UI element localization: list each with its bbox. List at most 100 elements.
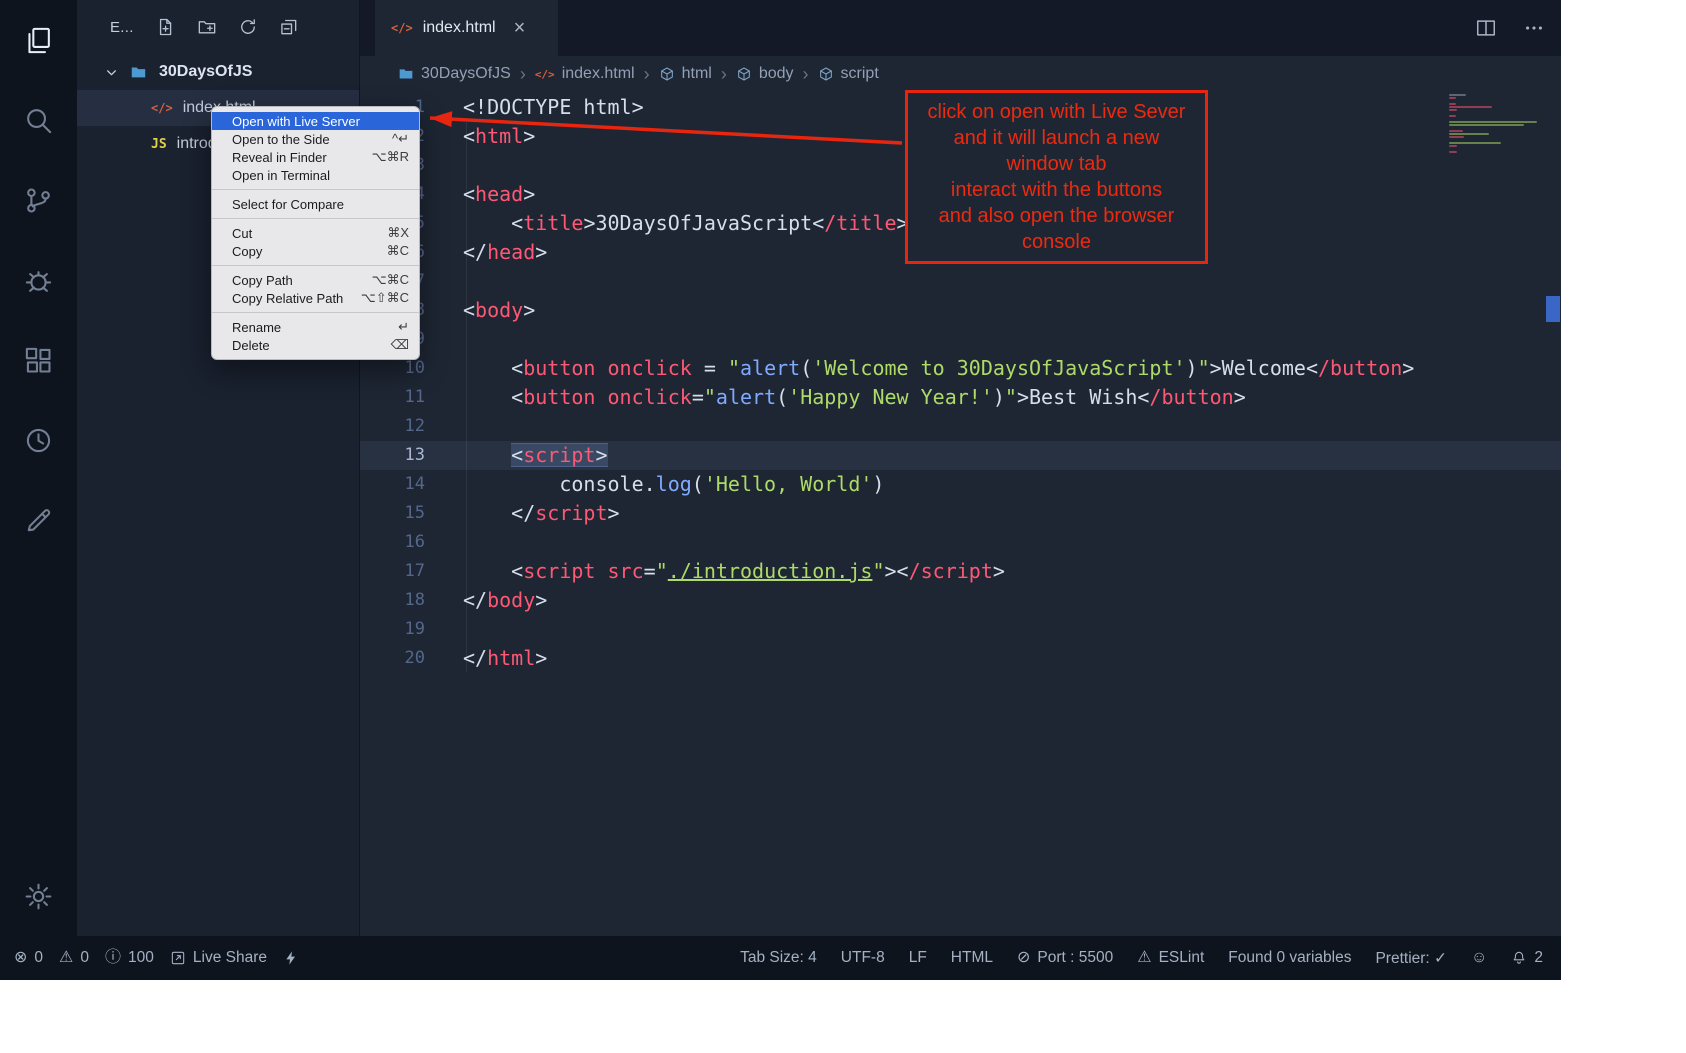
activity-search[interactable] — [14, 94, 64, 146]
code-line[interactable]: 14 console.log('Hello, World') — [360, 470, 1561, 499]
new-file-icon[interactable] — [156, 17, 176, 37]
status-smiley-icon[interactable]: ☺ — [1471, 950, 1487, 966]
line-number[interactable]: 20 — [360, 644, 425, 673]
status-live-share[interactable]: Live Share — [170, 949, 267, 967]
line-number[interactable]: 17 — [360, 557, 425, 586]
activity-extensions[interactable] — [14, 334, 64, 386]
breadcrumb-body[interactable]: body — [736, 65, 794, 83]
status-0[interactable]: ⊗0 — [14, 949, 43, 967]
status-label: HTML — [951, 949, 993, 967]
code-line[interactable]: 18</body> — [360, 586, 1561, 615]
code-line[interactable]: 15 </script> — [360, 499, 1561, 528]
code-line[interactable]: 10 <button onclick = "alert('Welcome to … — [360, 354, 1561, 383]
line-number[interactable]: 13 — [360, 441, 425, 470]
breadcrumb-script[interactable]: script — [818, 65, 879, 83]
menu-item-delete[interactable]: Delete⌫ — [212, 336, 419, 354]
menu-item-copy[interactable]: Copy⌘C — [212, 242, 419, 260]
menu-item-copy-relative-path[interactable]: Copy Relative Path⌥⇧⌘C — [212, 289, 419, 307]
close-icon[interactable]: × — [514, 18, 526, 38]
breadcrumb-30daysofjs[interactable]: 30DaysOfJS — [398, 65, 511, 83]
activity-source-control[interactable] — [14, 174, 64, 226]
menu-item-shortcut: ^↵ — [392, 131, 409, 147]
split-editor-icon[interactable] — [1475, 17, 1497, 39]
status-2[interactable]: 2 — [1511, 949, 1543, 967]
code-line[interactable]: 20</html> — [360, 644, 1561, 673]
breadcrumb-html[interactable]: html — [659, 65, 712, 83]
annotation-line: and it will launch a new — [928, 125, 1186, 151]
menu-item-cut[interactable]: Cut⌘X — [212, 224, 419, 242]
code-line[interactable]: 7 — [360, 267, 1561, 296]
status-found-0-variables[interactable]: Found 0 variables — [1228, 949, 1351, 967]
code-line[interactable]: 19 — [360, 615, 1561, 644]
line-number[interactable]: 19 — [360, 615, 425, 644]
code-line[interactable]: 12 — [360, 412, 1561, 441]
status-label: Found 0 variables — [1228, 949, 1351, 967]
status-0[interactable]: ⚠0 — [59, 949, 89, 967]
history-icon — [23, 425, 54, 456]
status-utf-8[interactable]: UTF-8 — [841, 949, 885, 967]
status-prettier[interactable]: Prettier: ✓ — [1375, 949, 1447, 968]
collapse-all-icon[interactable] — [279, 17, 299, 37]
menu-item-shortcut: ⌘C — [387, 243, 409, 259]
menu-group: Rename↵Delete⌫ — [212, 312, 419, 354]
activity-files[interactable] — [14, 14, 64, 66]
symbol-icon — [736, 66, 752, 82]
annotation-line: and also open the browser — [928, 203, 1186, 229]
line-number[interactable]: 12 — [360, 412, 425, 441]
activity-pen[interactable] — [14, 494, 64, 546]
code-text: </script> — [425, 499, 620, 528]
status-lf[interactable]: LF — [909, 949, 927, 967]
menu-item-select-for-compare[interactable]: Select for Compare — [212, 195, 419, 213]
code-line[interactable]: 9 — [360, 325, 1561, 354]
minimap-line — [1449, 136, 1464, 138]
code-line[interactable]: 16 — [360, 528, 1561, 557]
menu-item-label: Rename — [232, 320, 281, 335]
menu-item-reveal-in-finder[interactable]: Reveal in Finder⌥⌘R — [212, 148, 419, 166]
sidebar-title: E... — [110, 19, 134, 36]
settings-icon — [23, 881, 54, 912]
menu-item-open-in-terminal[interactable]: Open in Terminal — [212, 166, 419, 184]
activity-settings[interactable] — [14, 870, 64, 922]
menu-item-copy-path[interactable]: Copy Path⌥⌘C — [212, 271, 419, 289]
new-folder-icon[interactable] — [197, 17, 217, 37]
line-number[interactable]: 15 — [360, 499, 425, 528]
status-lightning-icon[interactable] — [283, 950, 299, 966]
minimap-line — [1449, 109, 1457, 111]
breadcrumb-label: script — [841, 65, 879, 83]
code-text: <script> — [425, 441, 608, 470]
menu-item-open-with-live-server[interactable]: Open with Live Server — [212, 112, 419, 130]
menu-item-label: Copy Path — [232, 273, 293, 288]
code-line[interactable]: 8<body> — [360, 296, 1561, 325]
tabs: </>index.html× — [375, 0, 558, 56]
tab-index-html[interactable]: </>index.html× — [375, 0, 558, 56]
breadcrumb-index-html[interactable]: </>index.html — [535, 65, 635, 83]
code-line[interactable]: 11 <button onclick="alert('Happy New Yea… — [360, 383, 1561, 412]
status-100[interactable]: ⓘ100 — [105, 949, 154, 967]
status-html[interactable]: HTML — [951, 949, 993, 967]
minimap-line — [1449, 103, 1456, 105]
menu-item-open-to-the-side[interactable]: Open to the Side^↵ — [212, 130, 419, 148]
refresh-icon[interactable] — [238, 17, 258, 37]
status-eslint[interactable]: ⚠ESLint — [1137, 949, 1204, 967]
scrollbar-decoration[interactable] — [1546, 296, 1560, 322]
code-text: </head> — [425, 238, 547, 267]
activity-debug[interactable] — [14, 254, 64, 306]
line-number[interactable]: 11 — [360, 383, 425, 412]
menu-item-rename[interactable]: Rename↵ — [212, 318, 419, 336]
code-line[interactable]: 17 <script src="./introduction.js"></scr… — [360, 557, 1561, 586]
code-line[interactable]: 13 <script> — [360, 441, 1561, 470]
status-port-5500[interactable]: ⊘Port : 5500 — [1017, 949, 1113, 967]
line-number[interactable]: 16 — [360, 528, 425, 557]
line-number[interactable]: 14 — [360, 470, 425, 499]
chevron-right-icon: › — [720, 65, 728, 83]
minimap[interactable] — [1449, 94, 1541, 154]
code-text — [425, 151, 463, 180]
status-label: Live Share — [193, 949, 267, 967]
status-tab-size-4[interactable]: Tab Size: 4 — [740, 949, 817, 967]
breadcrumb-label: index.html — [562, 65, 635, 83]
more-icon[interactable] — [1523, 17, 1545, 39]
tree-root-folder[interactable]: 30DaysOfJS — [77, 54, 359, 90]
line-number[interactable]: 18 — [360, 586, 425, 615]
code-text — [425, 267, 463, 296]
activity-history[interactable] — [14, 414, 64, 466]
